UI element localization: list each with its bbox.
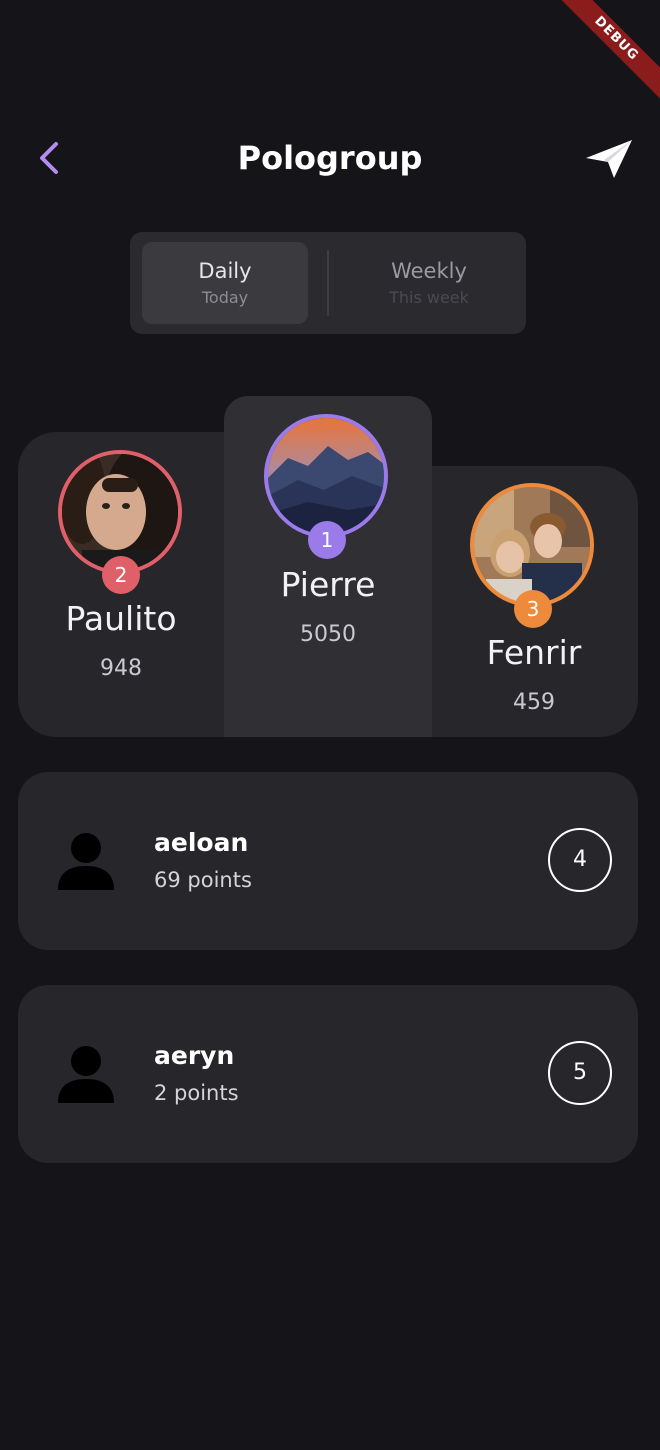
person-icon [58, 1046, 114, 1103]
list-item[interactable]: aeloan 69 points 4 [18, 772, 638, 950]
list-item[interactable]: aeryn 2 points 5 [18, 985, 638, 1163]
tab-daily-sublabel: Today [201, 288, 249, 307]
tab-weekly-sublabel: This week [389, 288, 469, 307]
tab-daily[interactable]: Daily Today [142, 242, 308, 324]
rank-badge-1: 1 [308, 521, 346, 559]
segment-divider [327, 250, 329, 316]
rank-badge-3: 3 [514, 590, 552, 628]
list-item-rank: 4 [548, 828, 612, 892]
tab-weekly-label: Weekly [391, 259, 467, 283]
send-button[interactable] [584, 136, 634, 182]
avatar-fenrir[interactable] [470, 483, 594, 607]
list-item-name: aeryn [154, 1041, 235, 1070]
podium-score-fenrir: 459 [513, 690, 555, 715]
podium-score-pierre: 5050 [300, 622, 356, 647]
person-icon [58, 833, 114, 890]
podium-score-paulito: 948 [100, 656, 142, 681]
podium-name-fenrir: Fenrir [486, 633, 582, 672]
podium-name-pierre: Pierre [280, 565, 376, 604]
tab-daily-label: Daily [198, 259, 252, 283]
avatar-pierre[interactable] [264, 414, 388, 538]
list-item-name: aeloan [154, 828, 249, 857]
list-item-points: 2 points [154, 1081, 239, 1105]
page-title: Pologroup [237, 139, 423, 177]
list-item-rank: 5 [548, 1041, 612, 1105]
paper-plane-icon [586, 140, 632, 178]
couple-photo [474, 487, 590, 603]
mountain-landscape [268, 418, 384, 534]
period-segmented-control: Daily Today Weekly This week [130, 232, 526, 334]
list-item-points: 69 points [154, 868, 252, 892]
portrait-photo [62, 454, 178, 570]
debug-banner: DEBUG [544, 0, 660, 111]
podium-name-paulito: Paulito [65, 599, 177, 638]
tab-weekly[interactable]: Weekly This week [346, 242, 512, 324]
rank-badge-2: 2 [102, 556, 140, 594]
app-header: Pologroup [0, 120, 660, 194]
